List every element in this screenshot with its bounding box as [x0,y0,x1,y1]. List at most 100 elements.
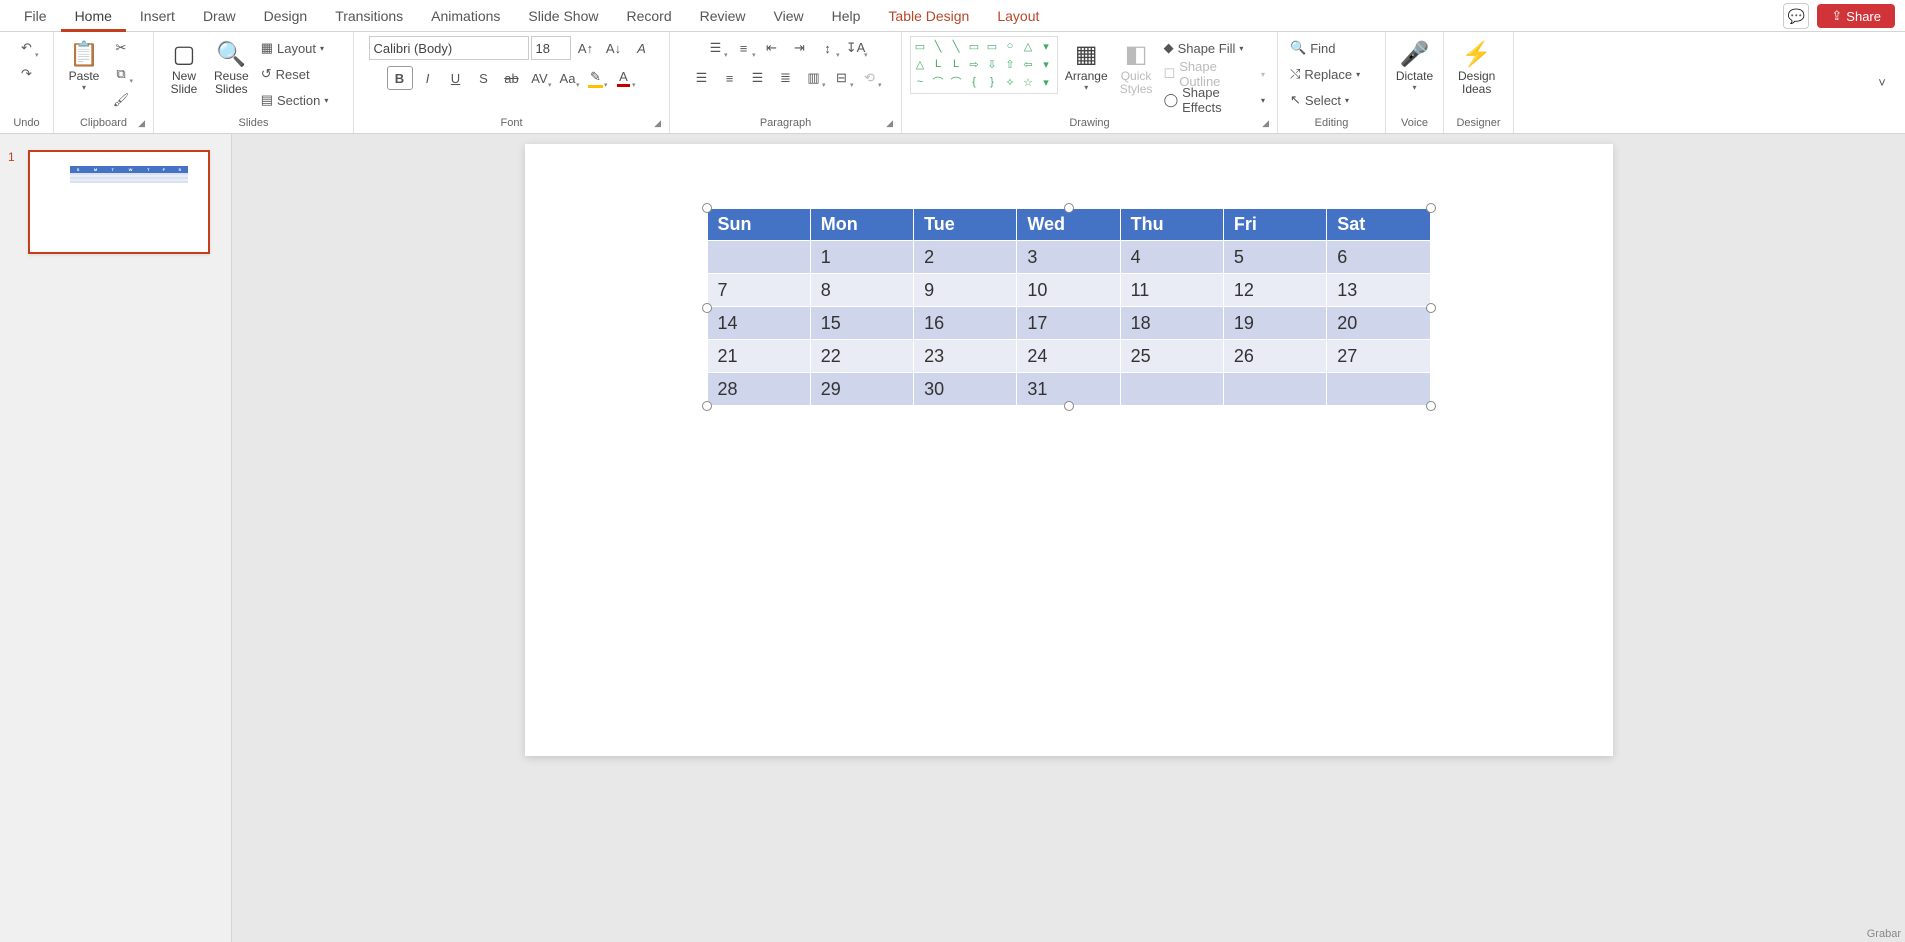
cal-header[interactable]: Fri [1223,209,1326,241]
font-color-button[interactable]: A [611,66,637,90]
tab-record[interactable]: Record [612,0,685,32]
calendar-cell[interactable]: 25 [1120,340,1223,373]
cal-header[interactable]: Mon [810,209,913,241]
calendar-cell[interactable]: 12 [1223,274,1326,307]
calendar-cell[interactable]: 8 [810,274,913,307]
resize-handle-se[interactable] [1426,401,1436,411]
font-size-input[interactable] [531,36,571,60]
bold-button[interactable]: B [387,66,413,90]
tab-insert[interactable]: Insert [126,0,189,32]
comments-button[interactable]: 💬 [1783,3,1809,29]
calendar-cell[interactable]: 13 [1327,274,1430,307]
line-spacing-button[interactable]: ↕ [815,36,841,60]
calendar-cell[interactable] [1223,373,1326,406]
table-selection[interactable]: Sun Mon Tue Wed Thu Fri Sat 123456789101… [707,208,1431,406]
decrease-font-button[interactable]: A↓ [601,36,627,60]
shape-outline-button[interactable]: ☐Shape Outline ▾ [1160,62,1269,86]
align-center-button[interactable]: ≡ [717,66,743,90]
align-right-button[interactable]: ☰ [745,66,771,90]
highlight-button[interactable]: ✎ [583,66,609,90]
tab-transitions[interactable]: Transitions [321,0,417,32]
calendar-cell[interactable]: 23 [914,340,1017,373]
tab-file[interactable]: File [10,0,61,32]
justify-button[interactable]: ≣ [773,66,799,90]
slide[interactable]: Sun Mon Tue Wed Thu Fri Sat 123456789101… [525,144,1613,756]
cal-header[interactable]: Thu [1120,209,1223,241]
character-spacing-button[interactable]: AV [527,66,553,90]
reuse-slides-button[interactable]: 🔍 Reuse Slides [208,36,255,98]
calendar-cell[interactable]: 5 [1223,241,1326,274]
strikethrough-button[interactable]: ab [499,66,525,90]
tab-table-design[interactable]: Table Design [874,0,983,32]
calendar-cell[interactable]: 2 [914,241,1017,274]
shapes-gallery[interactable]: ▭╲╲▭▭○△▾ △LL⇨⇩⇧⇦▾ ~⌒⌒{}✧☆▾ [910,36,1058,94]
calendar-cell[interactable]: 9 [914,274,1017,307]
calendar-cell[interactable]: 10 [1017,274,1120,307]
calendar-cell[interactable]: 17 [1017,307,1120,340]
underline-button[interactable]: U [443,66,469,90]
calendar-cell[interactable]: 19 [1223,307,1326,340]
redo-button[interactable]: ↷ [14,62,40,86]
calendar-cell[interactable] [1120,373,1223,406]
calendar-cell[interactable]: 7 [707,274,810,307]
calendar-cell[interactable]: 27 [1327,340,1430,373]
font-name-input[interactable] [369,36,529,60]
tab-draw[interactable]: Draw [189,0,250,32]
shape-fill-button[interactable]: ◆Shape Fill ▾ [1160,36,1248,60]
section-button[interactable]: ▤Section ▾ [257,88,333,112]
align-left-button[interactable]: ☰ [689,66,715,90]
slide-thumbnail-1[interactable]: SMTWTFS [28,150,210,254]
copy-button[interactable]: ⧉ [108,62,134,86]
dictate-button[interactable]: 🎤 Dictate ▾ [1394,36,1435,94]
design-ideas-button[interactable]: ⚡ Design Ideas [1452,36,1501,98]
calendar-cell[interactable]: 1 [810,241,913,274]
tab-view[interactable]: View [760,0,818,32]
format-painter-button[interactable]: 🖌 [108,88,134,112]
decrease-indent-button[interactable]: ⇤ [759,36,785,60]
ribbon-collapse-button[interactable]: ˅ [1869,71,1895,95]
calendar-cell[interactable]: 4 [1120,241,1223,274]
calendar-cell[interactable]: 29 [810,373,913,406]
tab-animations[interactable]: Animations [417,0,514,32]
text-direction-button[interactable]: ↧A [843,36,869,60]
slide-layout-button[interactable]: ▦Layout ▾ [257,36,328,60]
cut-button[interactable]: ✂ [108,36,134,60]
calendar-cell[interactable]: 24 [1017,340,1120,373]
paste-button[interactable]: 📋 Paste ▾ [62,36,106,94]
cal-header[interactable]: Wed [1017,209,1120,241]
calendar-cell[interactable]: 16 [914,307,1017,340]
calendar-cell[interactable]: 18 [1120,307,1223,340]
calendar-cell[interactable]: 22 [810,340,913,373]
calendar-cell[interactable]: 30 [914,373,1017,406]
columns-button[interactable]: ▥ [801,66,827,90]
calendar-cell[interactable]: 20 [1327,307,1430,340]
calendar-cell[interactable]: 6 [1327,241,1430,274]
share-button[interactable]: ⇪ Share [1817,4,1895,28]
tab-design[interactable]: Design [250,0,322,32]
resize-handle-e[interactable] [1426,303,1436,313]
new-slide-button[interactable]: ▢ New Slide [162,36,206,98]
cal-header[interactable]: Tue [914,209,1017,241]
resize-handle-nw[interactable] [702,203,712,213]
resize-handle-s[interactable] [1064,401,1074,411]
replace-button[interactable]: ⤭Replace ▾ [1286,62,1364,86]
change-case-button[interactable]: Aa [555,66,581,90]
tab-home[interactable]: Home [61,0,126,32]
resize-handle-w[interactable] [702,303,712,313]
increase-indent-button[interactable]: ⇥ [787,36,813,60]
italic-button[interactable]: I [415,66,441,90]
calendar-cell[interactable]: 26 [1223,340,1326,373]
shape-effects-button[interactable]: ◯Shape Effects ▾ [1160,88,1269,112]
clipboard-launcher[interactable]: ◢ [138,118,145,129]
align-text-button[interactable]: ⊟ [829,66,855,90]
resize-handle-ne[interactable] [1426,203,1436,213]
calendar-cell[interactable]: 3 [1017,241,1120,274]
calendar-cell[interactable] [1327,373,1430,406]
select-button[interactable]: ↖Select ▾ [1286,88,1353,112]
clear-formatting-button[interactable]: A [629,36,655,60]
font-launcher[interactable]: ◢ [654,118,661,129]
calendar-cell[interactable]: 14 [707,307,810,340]
cal-header[interactable]: Sun [707,209,810,241]
calendar-table[interactable]: Sun Mon Tue Wed Thu Fri Sat 123456789101… [707,208,1431,406]
calendar-cell[interactable]: 21 [707,340,810,373]
